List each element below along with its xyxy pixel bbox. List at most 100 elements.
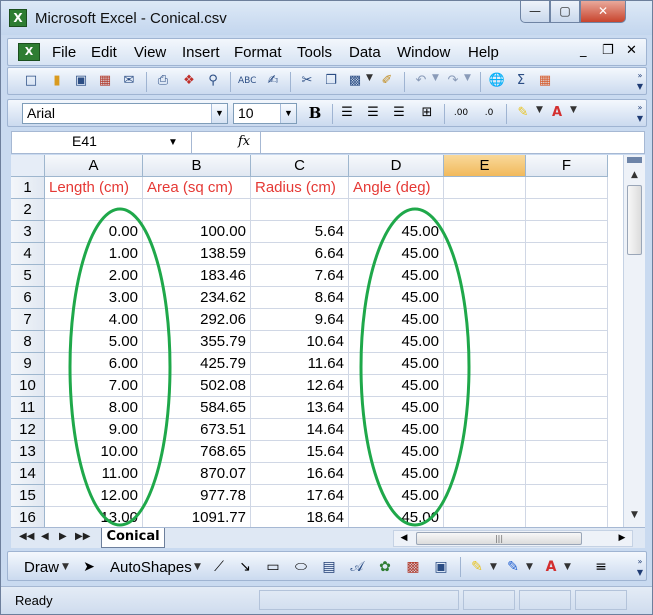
cell-f13[interactable] <box>526 441 608 463</box>
paste-dropdown-icon[interactable]: ▼ <box>366 73 373 83</box>
title-bar[interactable]: X Microsoft Excel - Conical.csv — ▢ ✕ <box>1 1 652 35</box>
cell-b1[interactable]: Area (sq cm) <box>143 177 251 199</box>
line-style-icon[interactable]: ≡ <box>592 558 610 576</box>
draw-dropdown-icon[interactable]: ▼ <box>62 562 69 572</box>
cut-icon[interactable]: ✂ <box>298 72 316 90</box>
cell-d10[interactable]: 45.00 <box>349 375 444 397</box>
row-header-6[interactable]: 6 <box>11 287 45 309</box>
bold-button[interactable]: B <box>304 103 326 124</box>
workbook-icon[interactable]: X <box>18 43 40 61</box>
cell-e3[interactable] <box>444 221 526 243</box>
insert-function-icon[interactable]: fx <box>238 134 250 149</box>
cell-d5[interactable]: 45.00 <box>349 265 444 287</box>
cell-d9[interactable]: 45.00 <box>349 353 444 375</box>
autosum-icon[interactable]: Σ <box>512 72 530 90</box>
cell-c7[interactable]: 9.64 <box>251 309 349 331</box>
menu-insert[interactable]: Insert <box>182 44 220 61</box>
undo-dropdown-icon[interactable]: ▼ <box>432 73 439 83</box>
select-objects-icon[interactable]: ➤ <box>80 558 98 576</box>
oval-icon[interactable]: ⬭ <box>292 558 310 576</box>
close-button[interactable]: ✕ <box>580 1 626 23</box>
cell-a3[interactable]: 0.00 <box>45 221 143 243</box>
align-center-icon[interactable]: ☰ <box>364 104 382 122</box>
cell-a16[interactable]: 13.00 <box>45 507 143 527</box>
cell-a14[interactable]: 11.00 <box>45 463 143 485</box>
row-header-3[interactable]: 3 <box>11 221 45 243</box>
row-header-9[interactable]: 9 <box>11 353 45 375</box>
row-header-1[interactable]: 1 <box>11 177 45 199</box>
line-color-dropdown-icon[interactable]: ▼ <box>526 562 533 572</box>
cell-b5[interactable]: 183.46 <box>143 265 251 287</box>
font-color-icon[interactable]: A <box>542 558 560 576</box>
last-sheet-icon[interactable]: ▶▶ <box>75 531 90 542</box>
draw-menu-button[interactable]: Draw <box>24 559 59 576</box>
research-icon[interactable]: ❖ <box>180 72 198 90</box>
cell-b2[interactable] <box>143 199 251 221</box>
cell-c2[interactable] <box>251 199 349 221</box>
fill-color-icon[interactable]: ✎ <box>468 558 486 576</box>
cell-d16[interactable]: 45.00 <box>349 507 444 527</box>
cell-d15[interactable]: 45.00 <box>349 485 444 507</box>
vertical-scroll-thumb[interactable] <box>627 185 642 255</box>
cell-c16[interactable]: 18.64 <box>251 507 349 527</box>
cell-a1[interactable]: Length (cm) <box>45 177 143 199</box>
doc-restore-button[interactable]: ❐ <box>602 43 614 58</box>
cell-e12[interactable] <box>444 419 526 441</box>
cell-f3[interactable] <box>526 221 608 243</box>
cell-d13[interactable]: 45.00 <box>349 441 444 463</box>
horizontal-scroll-thumb[interactable]: ||| <box>416 532 582 545</box>
cell-f9[interactable] <box>526 353 608 375</box>
name-box[interactable]: E41 ▼ <box>12 132 192 153</box>
row-header-14[interactable]: 14 <box>11 463 45 485</box>
cell-e11[interactable] <box>444 397 526 419</box>
decrease-decimal-icon[interactable]: .0 <box>480 104 498 122</box>
minimize-button[interactable]: — <box>520 1 550 23</box>
font-size-select[interactable]: 10 ▼ <box>233 103 297 124</box>
cell-b9[interactable]: 425.79 <box>143 353 251 375</box>
scroll-up-icon[interactable]: ▲ <box>626 167 643 184</box>
chart-wizard-icon[interactable]: ▦ <box>536 72 554 90</box>
cell-e16[interactable] <box>444 507 526 527</box>
cell-c10[interactable]: 12.64 <box>251 375 349 397</box>
menu-format[interactable]: Format <box>234 44 282 61</box>
cell-f2[interactable] <box>526 199 608 221</box>
row-header-13[interactable]: 13 <box>11 441 45 463</box>
cell-f10[interactable] <box>526 375 608 397</box>
cell-a13[interactable]: 10.00 <box>45 441 143 463</box>
save-icon[interactable]: ▣ <box>72 72 90 90</box>
increase-decimal-icon[interactable]: .00 <box>452 104 470 122</box>
scroll-right-icon[interactable]: ▶ <box>614 531 630 546</box>
rectangle-icon[interactable]: ▭ <box>264 558 282 576</box>
autoshapes-dropdown-icon[interactable]: ▼ <box>194 562 201 572</box>
open-folder-icon[interactable]: ▮ <box>48 72 66 90</box>
format-painter-icon[interactable]: ✐ <box>378 72 396 90</box>
cell-b12[interactable]: 673.51 <box>143 419 251 441</box>
maximize-button[interactable]: ▢ <box>550 1 580 23</box>
cell-d14[interactable]: 45.00 <box>349 463 444 485</box>
font-name-select[interactable]: Arial ▼ <box>22 103 228 124</box>
text-box-icon[interactable]: ▤ <box>320 558 338 576</box>
cell-e9[interactable] <box>444 353 526 375</box>
cell-f8[interactable] <box>526 331 608 353</box>
cell-c1[interactable]: Radius (cm) <box>251 177 349 199</box>
row-header-5[interactable]: 5 <box>11 265 45 287</box>
cell-c13[interactable]: 15.64 <box>251 441 349 463</box>
cell-f11[interactable] <box>526 397 608 419</box>
scroll-down-icon[interactable]: ▼ <box>626 507 643 524</box>
prev-sheet-icon[interactable]: ◀ <box>41 531 49 542</box>
cell-e8[interactable] <box>444 331 526 353</box>
line-icon[interactable]: ⟋ <box>210 558 228 576</box>
diagram-icon[interactable]: ✿ <box>376 558 394 576</box>
chevron-down-icon[interactable]: ▼ <box>211 104 227 123</box>
font-color-dropdown-icon[interactable]: ▼ <box>564 562 571 572</box>
cell-a15[interactable]: 12.00 <box>45 485 143 507</box>
cell-f12[interactable] <box>526 419 608 441</box>
cell-a9[interactable]: 6.00 <box>45 353 143 375</box>
cell-c4[interactable]: 6.64 <box>251 243 349 265</box>
row-header-16[interactable]: 16 <box>11 507 45 527</box>
cell-a5[interactable]: 2.00 <box>45 265 143 287</box>
worksheet-grid[interactable]: A B C D E F 1 Length (cm) Area (sq cm) Radius (cm… <box>11 155 645 527</box>
column-header-a[interactable]: A <box>45 155 143 177</box>
scroll-left-icon[interactable]: ◀ <box>396 531 412 546</box>
cell-f4[interactable] <box>526 243 608 265</box>
